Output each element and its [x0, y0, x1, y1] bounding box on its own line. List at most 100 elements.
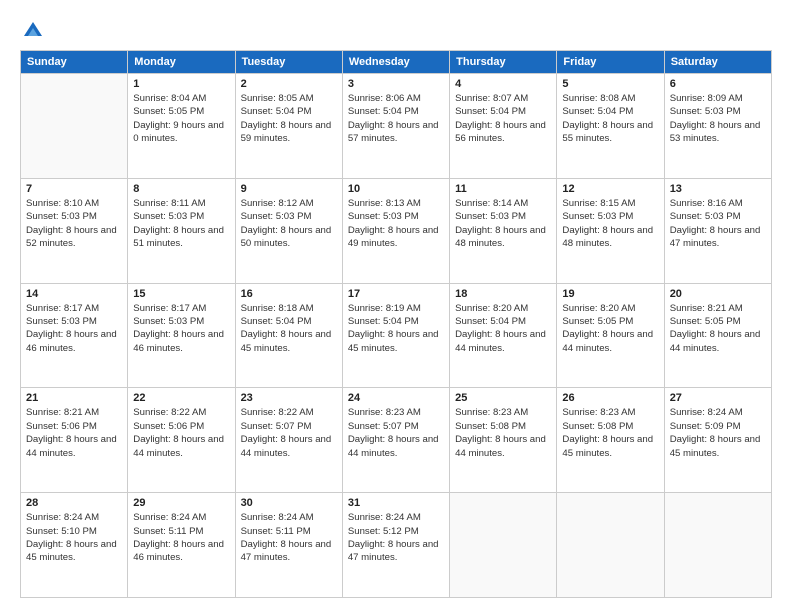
calendar-cell: 30 Sunrise: 8:24 AM Sunset: 5:11 PM Dayli…	[235, 493, 342, 598]
day-number: 5	[562, 78, 658, 90]
calendar-week-row: 21 Sunrise: 8:21 AM Sunset: 5:06 PM Dayli…	[21, 388, 772, 493]
calendar-cell: 19 Sunrise: 8:20 AM Sunset: 5:05 PM Dayli…	[557, 283, 664, 388]
calendar-cell: 26 Sunrise: 8:23 AM Sunset: 5:08 PM Dayli…	[557, 388, 664, 493]
calendar-cell: 8 Sunrise: 8:11 AM Sunset: 5:03 PM Daylig…	[128, 178, 235, 283]
day-info: Sunrise: 8:24 AM Sunset: 5:11 PM Dayligh…	[133, 511, 229, 565]
day-number: 10	[348, 183, 444, 195]
day-info: Sunrise: 8:19 AM Sunset: 5:04 PM Dayligh…	[348, 302, 444, 356]
day-info: Sunrise: 8:24 AM Sunset: 5:11 PM Dayligh…	[241, 511, 337, 565]
day-info: Sunrise: 8:21 AM Sunset: 5:06 PM Dayligh…	[26, 406, 122, 460]
calendar-cell: 6 Sunrise: 8:09 AM Sunset: 5:03 PM Daylig…	[664, 74, 771, 179]
calendar-cell: 3 Sunrise: 8:06 AM Sunset: 5:04 PM Daylig…	[342, 74, 449, 179]
day-info: Sunrise: 8:06 AM Sunset: 5:04 PM Dayligh…	[348, 92, 444, 146]
day-info: Sunrise: 8:24 AM Sunset: 5:10 PM Dayligh…	[26, 511, 122, 565]
calendar-cell: 29Sunrise: 8:24 AM Sunset: 5:11 PM Dayli…	[128, 493, 235, 598]
calendar-cell: 16Sunrise: 8:18 AM Sunset: 5:04 PM Dayli…	[235, 283, 342, 388]
day-info: Sunrise: 8:17 AM Sunset: 5:03 PM Dayligh…	[133, 302, 229, 356]
day-number: 17	[348, 288, 444, 300]
day-of-week-header: Friday	[557, 51, 664, 74]
calendar-week-row: 14 Sunrise: 8:17 AM Sunset: 5:03 PM Dayli…	[21, 283, 772, 388]
day-of-week-header: Saturday	[664, 51, 771, 74]
calendar-cell: 1 Sunrise: 8:04 AM Sunset: 5:05 PM Daylig…	[128, 74, 235, 179]
day-info: Sunrise: 8:11 AM Sunset: 5:03 PM Dayligh…	[133, 197, 229, 251]
calendar-cell	[664, 493, 771, 598]
day-info: Sunrise: 8:09 AM Sunset: 5:03 PM Dayligh…	[670, 92, 766, 146]
day-number: 12	[562, 183, 658, 195]
calendar-cell	[557, 493, 664, 598]
day-info: Sunrise: 8:20 AM Sunset: 5:04 PM Dayligh…	[455, 302, 551, 356]
day-number: 22	[133, 392, 229, 404]
calendar-cell: 27 Sunrise: 8:24 AM Sunset: 5:09 PM Dayli…	[664, 388, 771, 493]
day-info: Sunrise: 8:05 AM Sunset: 5:04 PM Dayligh…	[241, 92, 337, 146]
day-info: Sunrise: 8:17 AM Sunset: 5:03 PM Dayligh…	[26, 302, 122, 356]
calendar-cell: 31 Sunrise: 8:24 AM Sunset: 5:12 PM Dayli…	[342, 493, 449, 598]
calendar-cell	[21, 74, 128, 179]
calendar-cell: 12 Sunrise: 8:15 AM Sunset: 5:03 PM Dayli…	[557, 178, 664, 283]
calendar-table: SundayMondayTuesdayWednesdayThursdayFrid…	[20, 50, 772, 598]
calendar-cell: 15 Sunrise: 8:17 AM Sunset: 5:03 PM Dayli…	[128, 283, 235, 388]
calendar-cell: 2 Sunrise: 8:05 AM Sunset: 5:04 PM Daylig…	[235, 74, 342, 179]
day-number: 19	[562, 288, 658, 300]
day-number: 24	[348, 392, 444, 404]
calendar-cell: 20 Sunrise: 8:21 AM Sunset: 5:05 PM Dayli…	[664, 283, 771, 388]
day-number: 20	[670, 288, 766, 300]
day-info: Sunrise: 8:04 AM Sunset: 5:05 PM Dayligh…	[133, 92, 229, 146]
calendar-cell: 17 Sunrise: 8:19 AM Sunset: 5:04 PM Dayli…	[342, 283, 449, 388]
day-info: Sunrise: 8:13 AM Sunset: 5:03 PM Dayligh…	[348, 197, 444, 251]
day-number: 8	[133, 183, 229, 195]
day-number: 31	[348, 497, 444, 509]
day-number: 30	[241, 497, 337, 509]
day-number: 7	[26, 183, 122, 195]
day-info: Sunrise: 8:12 AM Sunset: 5:03 PM Dayligh…	[241, 197, 337, 251]
day-number: 23	[241, 392, 337, 404]
day-info: Sunrise: 8:23 AM Sunset: 5:08 PM Dayligh…	[562, 406, 658, 460]
day-number: 4	[455, 78, 551, 90]
day-of-week-header: Wednesday	[342, 51, 449, 74]
day-info: Sunrise: 8:16 AM Sunset: 5:03 PM Dayligh…	[670, 197, 766, 251]
logo-icon	[22, 18, 44, 40]
calendar-week-row: 1 Sunrise: 8:04 AM Sunset: 5:05 PM Daylig…	[21, 74, 772, 179]
day-info: Sunrise: 8:14 AM Sunset: 5:03 PM Dayligh…	[455, 197, 551, 251]
day-info: Sunrise: 8:22 AM Sunset: 5:07 PM Dayligh…	[241, 406, 337, 460]
day-number: 2	[241, 78, 337, 90]
day-number: 15	[133, 288, 229, 300]
day-number: 25	[455, 392, 551, 404]
calendar-week-row: 7Sunrise: 8:10 AM Sunset: 5:03 PM Daylig…	[21, 178, 772, 283]
day-of-week-header: Thursday	[450, 51, 557, 74]
calendar-cell: 25Sunrise: 8:23 AM Sunset: 5:08 PM Dayli…	[450, 388, 557, 493]
day-number: 11	[455, 183, 551, 195]
calendar-cell: 11 Sunrise: 8:14 AM Sunset: 5:03 PM Dayli…	[450, 178, 557, 283]
calendar-cell: 9 Sunrise: 8:12 AM Sunset: 5:03 PM Daylig…	[235, 178, 342, 283]
calendar-cell: 5Sunrise: 8:08 AM Sunset: 5:04 PM Daylig…	[557, 74, 664, 179]
calendar-week-row: 28 Sunrise: 8:24 AM Sunset: 5:10 PM Dayli…	[21, 493, 772, 598]
day-info: Sunrise: 8:24 AM Sunset: 5:09 PM Dayligh…	[670, 406, 766, 460]
calendar-cell: 4 Sunrise: 8:07 AM Sunset: 5:04 PM Daylig…	[450, 74, 557, 179]
day-number: 16	[241, 288, 337, 300]
day-number: 28	[26, 497, 122, 509]
day-number: 1	[133, 78, 229, 90]
day-number: 3	[348, 78, 444, 90]
day-info: Sunrise: 8:07 AM Sunset: 5:04 PM Dayligh…	[455, 92, 551, 146]
day-number: 6	[670, 78, 766, 90]
day-number: 27	[670, 392, 766, 404]
calendar-cell: 18Sunrise: 8:20 AM Sunset: 5:04 PM Dayli…	[450, 283, 557, 388]
day-info: Sunrise: 8:15 AM Sunset: 5:03 PM Dayligh…	[562, 197, 658, 251]
calendar-header-row: SundayMondayTuesdayWednesdayThursdayFrid…	[21, 51, 772, 74]
day-number: 26	[562, 392, 658, 404]
day-of-week-header: Sunday	[21, 51, 128, 74]
calendar-cell: 23 Sunrise: 8:22 AM Sunset: 5:07 PM Dayli…	[235, 388, 342, 493]
day-of-week-header: Tuesday	[235, 51, 342, 74]
calendar-cell: 24Sunrise: 8:23 AM Sunset: 5:07 PM Dayli…	[342, 388, 449, 493]
day-number: 9	[241, 183, 337, 195]
calendar-cell: 22 Sunrise: 8:22 AM Sunset: 5:06 PM Dayli…	[128, 388, 235, 493]
day-info: Sunrise: 8:20 AM Sunset: 5:05 PM Dayligh…	[562, 302, 658, 356]
calendar-cell: 21 Sunrise: 8:21 AM Sunset: 5:06 PM Dayli…	[21, 388, 128, 493]
calendar-cell: 14 Sunrise: 8:17 AM Sunset: 5:03 PM Dayli…	[21, 283, 128, 388]
day-number: 14	[26, 288, 122, 300]
day-number: 21	[26, 392, 122, 404]
day-info: Sunrise: 8:24 AM Sunset: 5:12 PM Dayligh…	[348, 511, 444, 565]
day-info: Sunrise: 8:22 AM Sunset: 5:06 PM Dayligh…	[133, 406, 229, 460]
day-of-week-header: Monday	[128, 51, 235, 74]
day-info: Sunrise: 8:21 AM Sunset: 5:05 PM Dayligh…	[670, 302, 766, 356]
header	[20, 18, 772, 40]
